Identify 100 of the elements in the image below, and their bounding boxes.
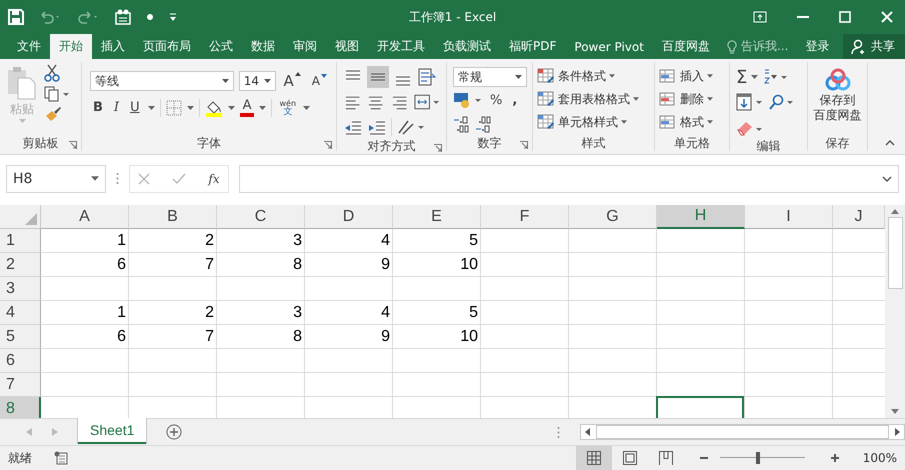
save-icon[interactable] <box>8 9 24 26</box>
column-header[interactable]: F <box>481 205 569 229</box>
autosum-button[interactable]: Σ <box>736 66 748 88</box>
ribbon-tab[interactable]: 百度网盘 <box>652 34 719 59</box>
row-header[interactable]: 6 <box>0 349 41 373</box>
ribbon-tab[interactable]: Power Pivot <box>565 34 653 59</box>
scroll-up-icon[interactable] <box>891 209 899 214</box>
ribbon-tab[interactable]: 视图 <box>326 34 368 59</box>
column-header[interactable]: B <box>129 205 217 229</box>
scroll-down-icon[interactable] <box>891 409 899 414</box>
ribbon-tab[interactable]: 负载测试 <box>434 34 500 59</box>
column-header[interactable]: A <box>41 205 129 229</box>
styles-button[interactable]: 套用表格格式 <box>537 89 650 109</box>
decrease-decimal-icon[interactable] <box>475 115 493 133</box>
ribbon-tab[interactable]: 审阅 <box>284 34 326 59</box>
dialog-launcher-icon[interactable] <box>520 141 528 149</box>
increase-font-size-button[interactable]: A <box>280 70 304 92</box>
dialog-launcher-icon[interactable] <box>324 141 332 149</box>
caret-icon[interactable] <box>303 106 310 110</box>
font-color-button[interactable]: A <box>240 98 254 116</box>
sign-in-link[interactable]: 登录 <box>796 34 838 59</box>
fill-down-icon[interactable] <box>736 93 764 111</box>
row-header[interactable]: 7 <box>0 373 41 397</box>
add-sheet-icon[interactable] <box>166 424 182 440</box>
row-header[interactable]: 1 <box>0 229 41 253</box>
caret-icon[interactable] <box>148 106 155 110</box>
name-box[interactable]: H8 <box>6 164 106 192</box>
column-header[interactable]: I <box>745 205 833 229</box>
ribbon-tab[interactable]: 开发工具 <box>368 34 434 59</box>
border-icon[interactable] <box>166 100 182 116</box>
form-icon[interactable] <box>114 8 132 26</box>
insert-function-button[interactable]: fx <box>208 172 220 186</box>
column-header[interactable]: H <box>657 205 745 229</box>
align-middle-icon[interactable] <box>367 66 389 88</box>
column-header[interactable]: E <box>393 205 481 229</box>
scroll-left-icon[interactable] <box>585 428 590 436</box>
collapse-ribbon-icon[interactable] <box>885 140 895 146</box>
ribbon-display-icon[interactable] <box>753 11 767 24</box>
sort-filter-icon[interactable] <box>762 68 788 86</box>
scroll-thumb[interactable] <box>888 217 902 289</box>
format-painter-icon[interactable] <box>44 106 62 122</box>
dialog-launcher-icon[interactable] <box>69 141 77 149</box>
italic-button[interactable]: I <box>110 98 122 117</box>
cells-button[interactable]: 格式 <box>659 112 725 132</box>
close-icon[interactable] <box>881 11 893 24</box>
ribbon-tab[interactable]: 插入 <box>92 34 134 59</box>
comma-button[interactable]: , <box>509 90 520 110</box>
maximize-icon[interactable] <box>839 11 851 24</box>
caret-icon[interactable] <box>228 106 235 110</box>
view-button[interactable] <box>576 446 612 470</box>
column-header[interactable]: C <box>217 205 305 229</box>
phonetic-guide-button[interactable]: wén 文 <box>277 98 298 116</box>
ribbon-tab[interactable]: 福昕PDF <box>500 34 566 59</box>
formula-input[interactable] <box>239 164 899 192</box>
cells-button[interactable]: 删除 <box>659 89 725 109</box>
column-header[interactable]: G <box>569 205 657 229</box>
wrap-text-icon[interactable] <box>417 67 437 87</box>
redo-icon[interactable] <box>76 10 100 24</box>
row-header[interactable]: 8 <box>0 397 41 418</box>
cells-button[interactable]: 插入 <box>659 66 725 86</box>
row-header[interactable]: 3 <box>0 277 41 301</box>
number-format-dropdown[interactable]: 常规 <box>453 67 527 87</box>
column-header[interactable]: D <box>305 205 393 229</box>
zoom-in-button[interactable] <box>828 452 841 464</box>
row-header[interactable]: 2 <box>0 253 41 277</box>
column-header[interactable]: J <box>833 205 885 229</box>
scroll-right-icon[interactable] <box>895 428 900 436</box>
styles-button[interactable]: 条件格式 <box>537 66 650 86</box>
fill-color-icon[interactable] <box>204 98 223 116</box>
save-to-cloud-button[interactable]: 保存到 百度网盘 <box>812 66 864 135</box>
copy-icon[interactable] <box>44 86 70 102</box>
styles-button[interactable]: 单元格样式 <box>537 112 650 132</box>
row-header[interactable]: 5 <box>0 325 41 349</box>
underline-button[interactable]: U <box>127 98 143 117</box>
increase-decimal-icon[interactable] <box>453 115 471 133</box>
share-button[interactable]: 共享 <box>843 34 905 59</box>
zoom-level[interactable]: 100% <box>862 451 905 465</box>
decrease-font-size-button[interactable]: A <box>308 72 330 90</box>
ribbon-tab[interactable]: 页面布局 <box>134 34 200 59</box>
percent-button[interactable]: % <box>487 90 506 110</box>
caret-icon[interactable] <box>751 75 758 79</box>
horizontal-scrollbar[interactable] <box>580 424 905 440</box>
sheet-tab[interactable]: Sheet1 <box>78 418 146 444</box>
dialog-launcher-icon[interactable] <box>434 144 442 152</box>
search-icon[interactable] <box>768 93 794 111</box>
expand-icon[interactable] <box>882 176 892 182</box>
currency-icon[interactable] <box>453 91 483 109</box>
row-header[interactable]: 4 <box>0 301 41 325</box>
bold-button[interactable]: B <box>90 98 106 117</box>
scroll-thumb[interactable] <box>596 425 889 439</box>
zoom-slider-thumb[interactable] <box>756 452 760 464</box>
more-icon[interactable] <box>116 172 119 185</box>
caret-icon[interactable] <box>186 106 194 110</box>
caret-icon[interactable] <box>259 106 266 110</box>
ribbon-tab[interactable]: 公式 <box>200 34 242 59</box>
font-name-dropdown[interactable]: 等线 <box>90 71 234 91</box>
scissors-icon[interactable] <box>44 64 60 82</box>
tell-me-field[interactable]: 告诉我... <box>718 34 796 59</box>
merge-cells-icon[interactable] <box>412 92 440 112</box>
customize-icon[interactable] <box>168 12 178 22</box>
